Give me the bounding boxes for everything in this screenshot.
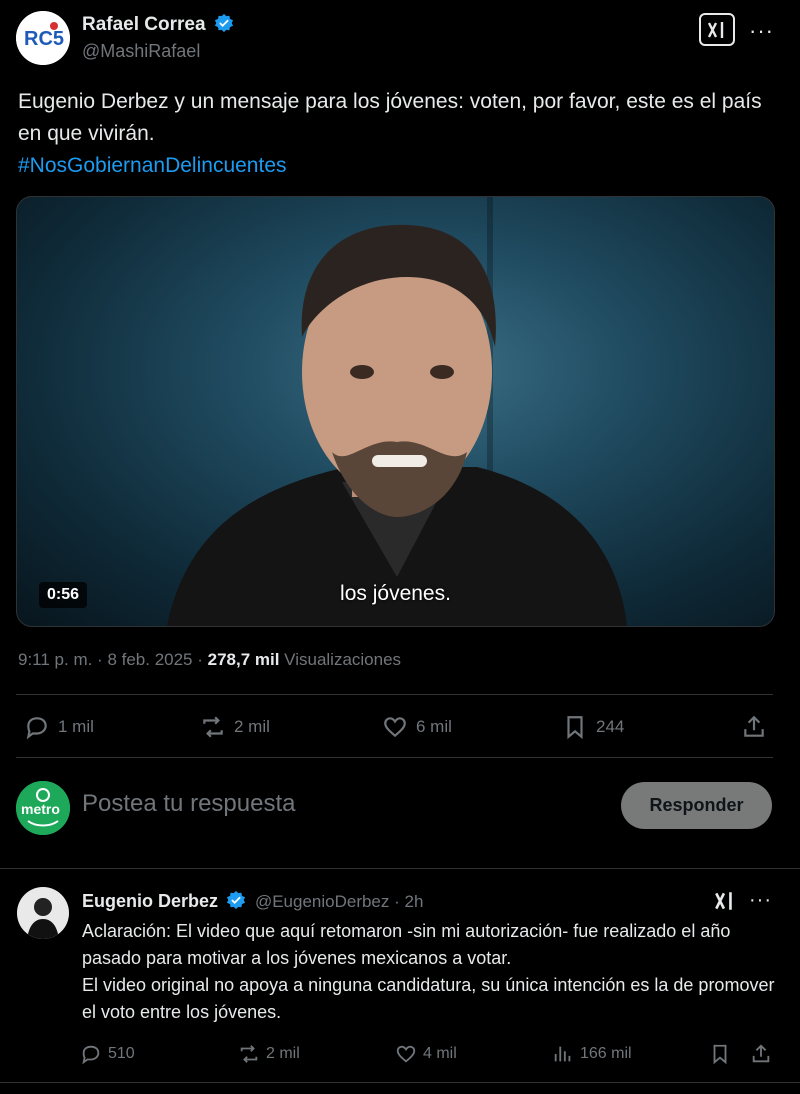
video-player[interactable]: 0:56 los jóvenes. bbox=[16, 196, 775, 627]
divider bbox=[16, 694, 773, 695]
reply-count: 1 mil bbox=[58, 717, 94, 736]
reply-icon bbox=[82, 1045, 100, 1065]
verified-badge-icon bbox=[214, 13, 234, 33]
compose-avatar: metro bbox=[16, 781, 70, 835]
views-label: Visualizaciones bbox=[279, 650, 402, 669]
person-photo-icon bbox=[17, 887, 69, 939]
reply-icon bbox=[26, 717, 47, 740]
verified-badge-icon bbox=[227, 890, 246, 910]
tweet-text: Eugenio Derbez y un mensaje para los jóv… bbox=[18, 90, 762, 145]
repost-count: 2 mil bbox=[234, 717, 270, 736]
bookmark-icon bbox=[567, 716, 583, 740]
reply-bookmark-button[interactable] bbox=[709, 1043, 731, 1065]
reply-like-button[interactable]: 4 mil bbox=[395, 1043, 457, 1065]
author-avatar[interactable]: RC5 bbox=[16, 11, 70, 65]
author-handle[interactable]: @MashiRafael bbox=[82, 41, 200, 62]
video-frame-person bbox=[167, 197, 627, 626]
like-count: 6 mil bbox=[416, 717, 452, 736]
like-button[interactable]: 6 mil bbox=[382, 714, 452, 740]
reply-time[interactable]: · 2h bbox=[389, 892, 423, 911]
views-chart-icon bbox=[554, 1046, 571, 1062]
svg-text:metro: metro bbox=[21, 801, 60, 817]
bookmark-icon bbox=[713, 1044, 727, 1065]
reply-input[interactable]: Postea tu respuesta bbox=[82, 790, 295, 818]
more-options-icon[interactable]: ··· bbox=[749, 18, 774, 44]
bookmark-button[interactable]: 244 bbox=[562, 714, 624, 740]
more-options-icon[interactable]: ··· bbox=[749, 889, 772, 912]
repost-icon bbox=[203, 716, 223, 738]
respond-button[interactable]: Responder bbox=[621, 782, 772, 829]
divider bbox=[16, 757, 773, 758]
author-name-row: Rafael Correa bbox=[82, 13, 234, 36]
reply-reply-count: 510 bbox=[108, 1045, 135, 1062]
svg-text:RC5: RC5 bbox=[24, 28, 64, 50]
reply-repost-count: 2 mil bbox=[266, 1045, 300, 1062]
author-name[interactable]: Rafael Correa bbox=[82, 14, 206, 35]
reply-share-button[interactable] bbox=[750, 1043, 772, 1065]
tweet-timestamp[interactable]: 9:11 p. m. · 8 feb. 2025 · bbox=[18, 650, 208, 669]
grok-icon[interactable] bbox=[699, 13, 735, 46]
section-divider bbox=[0, 868, 800, 869]
reply-repost-button[interactable]: 2 mil bbox=[238, 1043, 300, 1065]
reply-author-name[interactable]: Eugenio Derbez bbox=[82, 891, 218, 911]
reply-author-avatar[interactable] bbox=[17, 887, 69, 939]
share-icon bbox=[744, 715, 764, 737]
heart-icon bbox=[384, 717, 406, 738]
metro-logo-icon: metro bbox=[16, 781, 70, 835]
reply-views-button[interactable]: 166 mil bbox=[552, 1043, 632, 1065]
tweet-text-block: Eugenio Derbez y un mensaje para los jóv… bbox=[18, 86, 778, 182]
video-subtitle: los jóvenes. bbox=[340, 582, 451, 605]
reply-like-count: 4 mil bbox=[423, 1045, 457, 1062]
reply-views-count: 166 mil bbox=[580, 1045, 632, 1062]
share-icon bbox=[752, 1044, 770, 1063]
section-divider bbox=[0, 1082, 800, 1083]
views-count: 278,7 mil bbox=[207, 650, 280, 669]
bookmark-count: 244 bbox=[596, 717, 625, 736]
grok-icon[interactable] bbox=[713, 890, 737, 917]
hashtag-link[interactable]: #NosGobiernanDelincuentes bbox=[18, 150, 778, 182]
reply-reply-button[interactable]: 510 bbox=[80, 1043, 135, 1065]
tweet-meta: 9:11 p. m. · 8 feb. 2025 · 278,7 mil Vis… bbox=[18, 650, 401, 670]
reply-button[interactable]: 1 mil bbox=[24, 714, 94, 740]
rc5-logo-icon: RC5 bbox=[16, 11, 70, 65]
reply-author-row: Eugenio Derbez @EugenioDerbez · 2h bbox=[82, 890, 423, 912]
heart-icon bbox=[396, 1045, 416, 1063]
repost-button[interactable]: 2 mil bbox=[200, 714, 270, 740]
repost-icon bbox=[240, 1045, 258, 1063]
reply-text: Aclaración: El video que aquí retomaron … bbox=[82, 921, 775, 1022]
share-button[interactable] bbox=[741, 714, 767, 740]
reply-author-handle[interactable]: @EugenioDerbez bbox=[255, 892, 389, 911]
